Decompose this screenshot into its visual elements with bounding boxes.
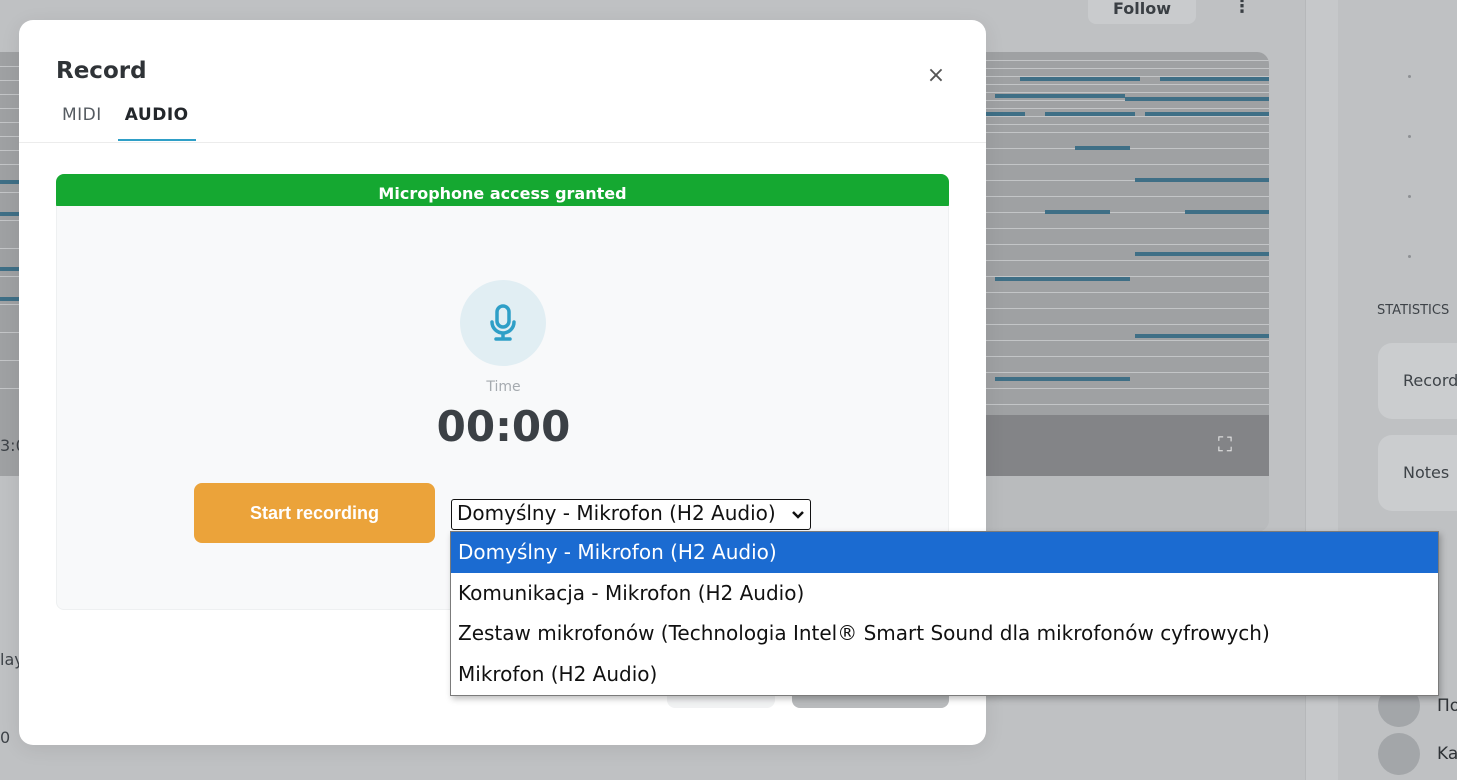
device-option[interactable]: Domyślny - Mikrofon (H2 Audio) (451, 532, 1438, 573)
dot-marker (1408, 75, 1411, 78)
piano-roll-preview (985, 52, 1269, 476)
follow-button[interactable]: Follow (1088, 0, 1196, 24)
follow-label: Follow (1112, 0, 1171, 18)
person-name: Kas (1437, 744, 1457, 764)
person-name: Пол (1437, 696, 1457, 716)
tabs-divider (19, 142, 986, 143)
waveform-strip (985, 476, 1269, 532)
dot-marker (1408, 135, 1411, 138)
dot-marker (1408, 195, 1411, 198)
device-dropdown-list: Domyślny - Mikrofon (H2 Audio) Komunikac… (450, 531, 1439, 696)
count-fragment: 0 (0, 728, 11, 747)
record-tabs: MIDI AUDIO (56, 103, 196, 143)
statistics-heading: STATISTICS (1377, 303, 1450, 318)
start-recording-button[interactable]: Start recording (194, 483, 435, 543)
device-option[interactable]: Zestaw mikrofonów (Technologia Intel® Sm… (451, 613, 1438, 654)
device-option[interactable]: Komunikacja - Mikrofon (H2 Audio) (451, 573, 1438, 614)
microphone-icon (460, 280, 546, 366)
fullscreen-icon[interactable]: ⛶ (1218, 432, 1244, 458)
elapsed-time: 00:00 (436, 402, 571, 451)
piano-roll-left-edge (0, 52, 20, 476)
device-option[interactable]: Mikrofon (H2 Audio) (451, 654, 1438, 695)
tab-audio[interactable]: AUDIO (117, 103, 196, 141)
chevron-down-icon (788, 500, 808, 529)
stat-card-records: Records (1378, 343, 1457, 419)
tab-midi[interactable]: MIDI (56, 103, 108, 141)
microphone-device-select[interactable]: Domyślny - Mikrofon (H2 Audio) (451, 499, 811, 530)
modal-title: Record (56, 58, 147, 84)
time-label: Time (486, 379, 521, 395)
stat-card-notes: Notes (1378, 435, 1457, 511)
close-icon[interactable]: × (924, 63, 948, 88)
dot-marker (1408, 255, 1411, 258)
more-options-icon[interactable]: ⋮ (1233, 0, 1251, 17)
avatar (1378, 733, 1420, 775)
selected-device-label: Domyślny - Mikrofon (H2 Audio) (457, 501, 776, 525)
